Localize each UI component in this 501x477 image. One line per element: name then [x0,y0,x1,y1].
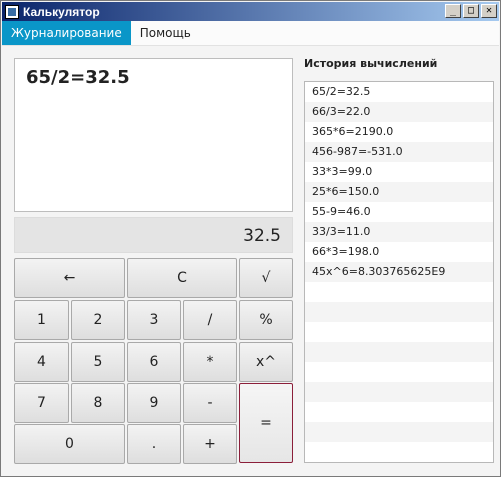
divide-button[interactable]: / [183,300,237,340]
digit-0-button[interactable]: 0 [14,424,125,464]
title-bar[interactable]: Калькулятор _ □ ✕ [2,2,499,21]
clear-button[interactable]: C [127,258,237,298]
history-heading: История вычислений [304,57,438,70]
history-item[interactable]: 66/3=22.0 [305,102,493,122]
history-item[interactable]: 456-987=-531.0 [305,142,493,162]
history-empty-row [305,322,493,342]
history-item[interactable]: 25*6=150.0 [305,182,493,202]
add-button[interactable]: + [183,424,237,464]
expression-text: 65/2=32.5 [26,67,130,88]
close-button[interactable]: ✕ [481,4,497,18]
digit-1-button[interactable]: 1 [14,300,69,340]
digit-5-button[interactable]: 5 [71,342,125,382]
percent-button[interactable]: % [239,300,293,340]
backspace-button[interactable]: ← [14,258,125,298]
history-item[interactable]: 33*3=99.0 [305,162,493,182]
history-list[interactable]: 65/2=32.5 66/3=22.0 365*6=2190.0 456-987… [304,81,494,463]
result-value: 32.5 [243,226,281,246]
digit-6-button[interactable]: 6 [127,342,181,382]
history-empty-row [305,302,493,322]
maximize-button[interactable]: □ [463,4,479,18]
history-item[interactable]: 365*6=2190.0 [305,122,493,142]
window-title: Калькулятор [23,4,100,19]
menu-bar: Журналирование Помощь [2,21,499,46]
digit-4-button[interactable]: 4 [14,342,69,382]
subtract-button[interactable]: - [183,383,237,423]
history-item[interactable]: 65/2=32.5 [305,82,493,102]
app-icon [5,4,19,19]
history-empty-row [305,342,493,362]
sqrt-button[interactable]: √ [239,258,293,298]
equals-button[interactable]: = [239,383,293,463]
result-display: 32.5 [14,217,293,253]
window-controls: _ □ ✕ [445,4,497,18]
menu-help[interactable]: Помощь [131,21,200,45]
history-item[interactable]: 33/3=11.0 [305,222,493,242]
power-button[interactable]: x^ [239,342,293,382]
digit-8-button[interactable]: 8 [71,383,125,423]
history-empty-row [305,282,493,302]
digit-2-button[interactable]: 2 [71,300,125,340]
menu-logging[interactable]: Журналирование [2,21,131,45]
history-empty-row [305,382,493,402]
history-item[interactable]: 55-9=46.0 [305,202,493,222]
history-empty-row [305,442,493,462]
history-item[interactable]: 66*3=198.0 [305,242,493,262]
history-empty-row [305,422,493,442]
digit-3-button[interactable]: 3 [127,300,181,340]
digit-9-button[interactable]: 9 [127,383,181,423]
history-item[interactable]: 45x^6=8.303765625E9 [305,262,493,282]
expression-display: 65/2=32.5 [14,58,293,212]
decimal-button[interactable]: . [127,424,181,464]
minimize-button[interactable]: _ [445,4,461,18]
calculator-window: Калькулятор _ □ ✕ Журналирование Помощь … [0,0,501,477]
history-empty-row [305,402,493,422]
multiply-button[interactable]: * [183,342,237,382]
history-empty-row [305,362,493,382]
digit-7-button[interactable]: 7 [14,383,69,423]
